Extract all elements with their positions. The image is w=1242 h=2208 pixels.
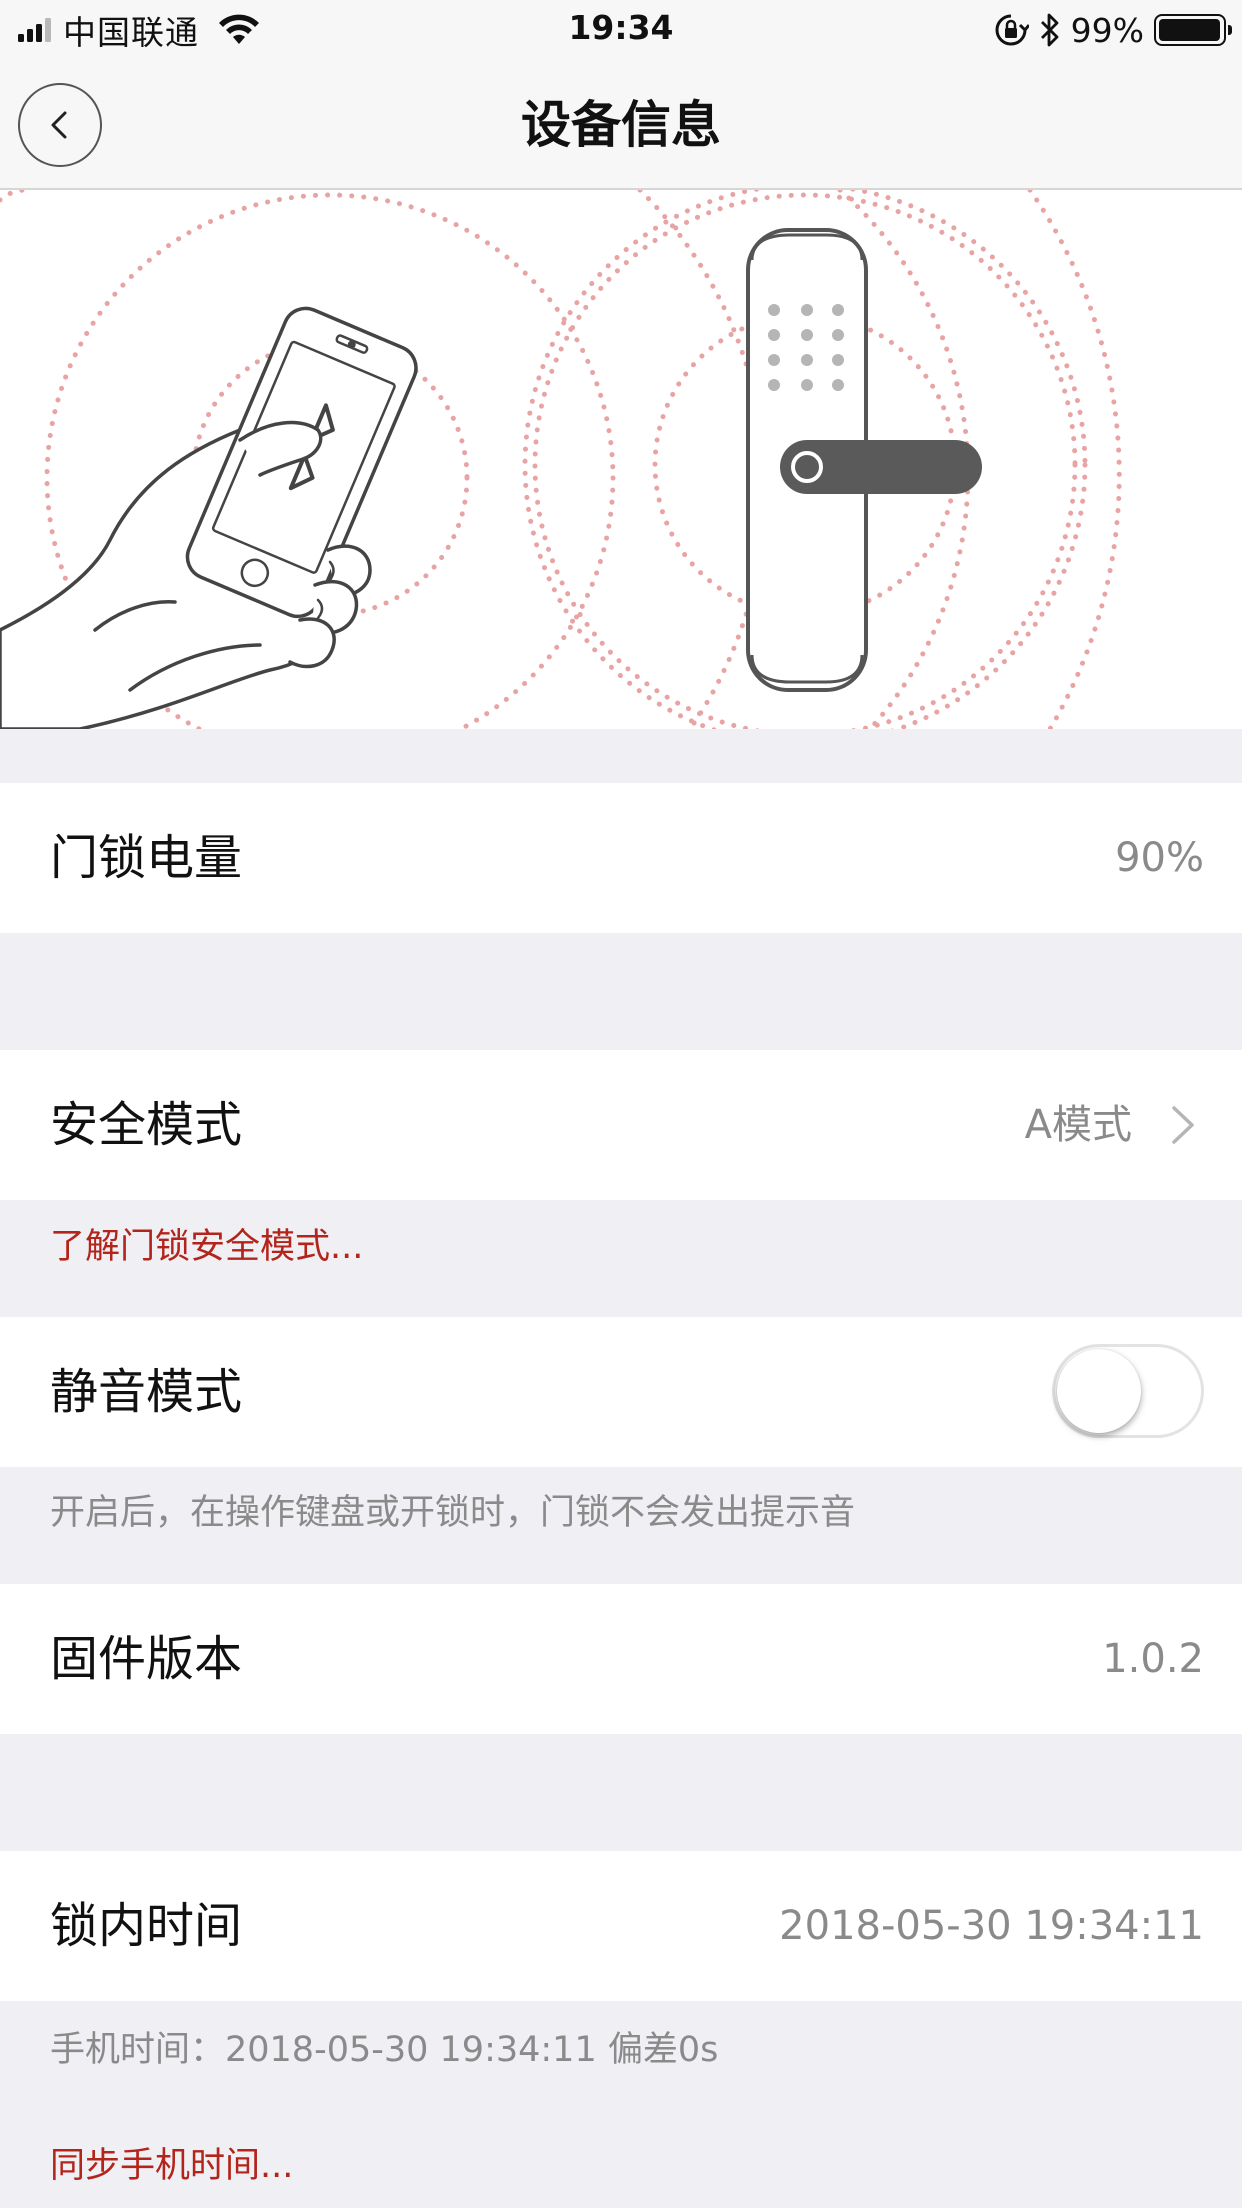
battery-percent: 99% (1070, 10, 1144, 50)
phone-bluetooth-lock-illustration (0, 190, 1122, 729)
device-illustration (0, 190, 1242, 729)
learn-security-mode-link[interactable]: 了解门锁安全模式... (50, 1218, 363, 1269)
firmware-version-row: 固件版本 1.0.2 (0, 1584, 1242, 1734)
battery-level-label: 门锁电量 (50, 830, 243, 886)
status-bar: 中国联通 19:34 99% (0, 0, 1242, 60)
chevron-right-icon (1168, 1102, 1198, 1148)
phone-in-hand-icon (0, 306, 418, 729)
toggle-knob (1057, 1349, 1141, 1433)
page-title: 设备信息 (521, 96, 721, 154)
lock-time-row: 锁内时间 2018-05-30 19:34:11 (0, 1851, 1242, 2001)
security-mode-label: 安全模式 (50, 1097, 243, 1153)
chevron-left-icon (51, 111, 67, 139)
status-right: 99% (993, 10, 1232, 50)
security-mode-row[interactable]: 安全模式 A模式 (0, 1050, 1242, 1200)
mute-mode-row: 静音模式 (0, 1317, 1242, 1467)
battery-level-row: 门锁电量 90% (0, 783, 1242, 933)
orientation-lock-icon (995, 14, 1029, 46)
door-lock-icon (746, 228, 982, 692)
security-mode-value: A模式 (1024, 1102, 1132, 1148)
battery-icon (1154, 14, 1232, 46)
lock-time-label: 锁内时间 (50, 1898, 243, 1954)
firmware-version-value: 1.0.2 (1102, 1636, 1204, 1682)
firmware-version-label: 固件版本 (50, 1631, 243, 1687)
mute-mode-label: 静音模式 (50, 1364, 243, 1420)
nav-bar: 设备信息 (0, 60, 1242, 190)
lock-time-value: 2018-05-30 19:34:11 (779, 1903, 1204, 1949)
bluetooth-icon (1040, 13, 1059, 47)
battery-level-value: 90% (1115, 835, 1204, 881)
mute-mode-note: 开启后，在操作键盘或开锁时，门锁不会发出提示音 (50, 1493, 856, 1533)
sync-phone-time-link[interactable]: 同步手机时间... (50, 2137, 293, 2188)
mute-mode-toggle[interactable] (1052, 1344, 1204, 1438)
phone-time-note: 手机时间：2018-05-30 19:34:11 偏差0s (50, 2030, 719, 2070)
back-button[interactable] (18, 83, 102, 167)
battery-fill (1159, 19, 1221, 41)
